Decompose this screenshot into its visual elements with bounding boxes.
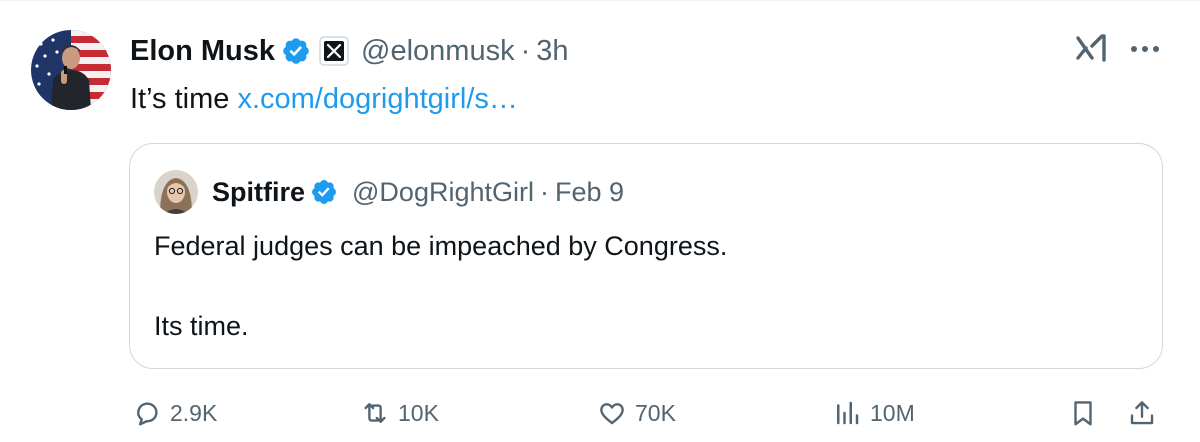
separator-dot: ·	[520, 34, 531, 67]
post-header: Elon Musk @elonmusk · 3h	[130, 31, 569, 71]
bookmark-button[interactable]	[1068, 393, 1098, 433]
post-link[interactable]: x.com/dogrightgirl/s…	[237, 83, 517, 115]
author-handle[interactable]: @elonmusk	[361, 35, 515, 68]
share-button[interactable]	[1127, 393, 1157, 433]
quoted-post[interactable]: Spitfire @DogRightGirl · Feb 9 Federal j…	[129, 143, 1163, 369]
reply-count: 2.9K	[170, 399, 218, 426]
views-count: 10M	[870, 399, 915, 426]
author-name[interactable]: Elon Musk	[130, 35, 275, 68]
repost-icon	[364, 403, 386, 423]
quoted-verified-badge-icon[interactable]	[305, 178, 338, 206]
like-icon	[600, 403, 624, 425]
quoted-post-text-line1: Federal judges can be impeached by Congr…	[154, 231, 728, 261]
x-logo-icon[interactable]	[311, 36, 349, 66]
views-icon	[837, 401, 859, 425]
like-button[interactable]: 70K	[597, 393, 676, 433]
reply-button[interactable]: 2.9K	[132, 393, 217, 433]
bookmark-icon	[1074, 401, 1092, 426]
author-avatar[interactable]	[31, 30, 111, 110]
quoted-separator-dot: ·	[539, 176, 549, 207]
quoted-author-avatar[interactable]	[154, 170, 198, 214]
quoted-post-header: Spitfire @DogRightGirl · Feb 9	[154, 170, 624, 214]
repost-count: 10K	[398, 399, 439, 426]
repost-button[interactable]: 10K	[360, 393, 439, 433]
post-text-content: It’s time	[130, 83, 230, 115]
verified-badge-icon[interactable]	[275, 36, 311, 66]
more-icon[interactable]	[1128, 39, 1162, 59]
action-bar: 2.9K 10K 70K 10M	[0, 393, 1200, 433]
reply-icon	[137, 402, 158, 426]
post-time[interactable]: 3h	[536, 35, 568, 68]
quoted-author-handle[interactable]: @DogRightGirl	[352, 177, 534, 208]
post-text: It’s time x.com/dogrightgirl/s…	[130, 79, 518, 119]
quoted-post-text-line2: Its time.	[154, 311, 249, 341]
like-count: 70K	[635, 399, 676, 426]
tweet: Elon Musk @elonmusk · 3h It’s time x.com…	[0, 0, 1200, 442]
quoted-author-name[interactable]: Spitfire	[212, 177, 305, 208]
share-icon	[1130, 401, 1154, 425]
views-button[interactable]: 10M	[832, 393, 915, 433]
quoted-post-date[interactable]: Feb 9	[555, 177, 624, 208]
grok-icon[interactable]	[1074, 30, 1110, 66]
